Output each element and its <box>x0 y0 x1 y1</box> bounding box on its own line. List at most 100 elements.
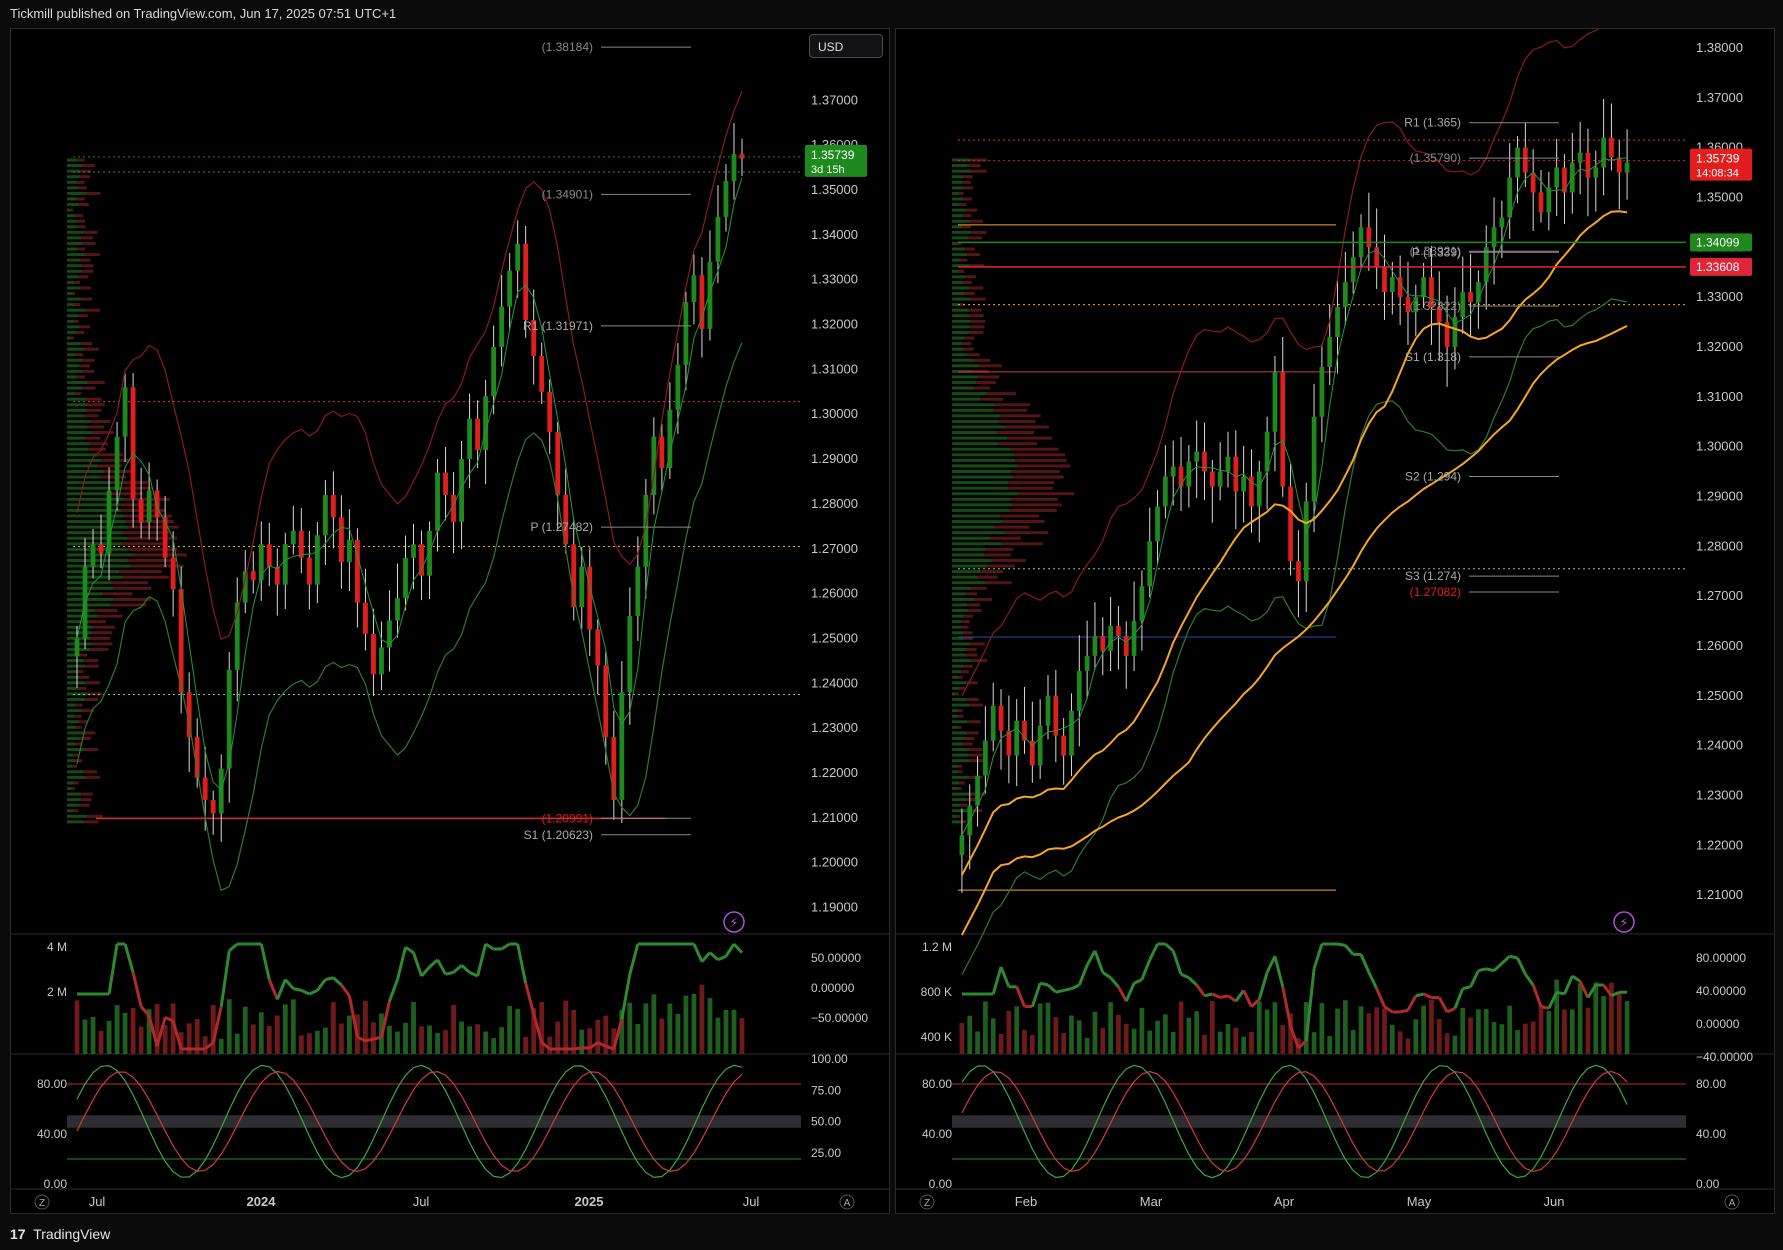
volume-profile-bar <box>967 720 981 724</box>
volume-profile-bar <box>980 570 1004 574</box>
momentum-line <box>516 943 528 984</box>
volume-bar <box>122 1012 128 1054</box>
momentum-line <box>1524 973 1535 986</box>
volume-profile-bar <box>113 597 151 601</box>
volume-profile-bar <box>67 180 77 184</box>
volume-profile-bar <box>952 592 966 596</box>
x-tick-label: 2024 <box>247 1194 277 1209</box>
y-tick-label: 1.28000 <box>811 496 858 511</box>
chart-canvas-right[interactable]: 1.380001.370001.360001.350001.340001.330… <box>896 19 1774 1213</box>
volume-profile-bar <box>67 186 78 190</box>
volume-profile-bar <box>76 158 85 162</box>
volume-profile-bar <box>67 770 84 774</box>
volume-profile-bar <box>94 609 118 613</box>
chart-panel-left[interactable]: 1.37000 1.36000 1.35000 1.34000 1.33000 1.320… <box>10 28 890 1214</box>
volume-bar <box>1452 1035 1458 1054</box>
chart-panel-right[interactable]: 1.380001.370001.360001.350001.340001.330… <box>895 19 1775 1214</box>
volume-profile-bar <box>80 736 91 740</box>
pivot-label: (1.38184) <box>542 40 593 54</box>
candle-body <box>1092 635 1098 656</box>
volume-profile-bar <box>67 419 91 423</box>
volume-profile-bar <box>997 431 1035 435</box>
volume-bar <box>1593 982 1599 1054</box>
volume-bar <box>1178 1001 1184 1054</box>
axis-z-label: Z <box>924 1198 930 1209</box>
volume-bar <box>130 1007 136 1054</box>
volume-profile-bar <box>81 236 93 240</box>
volume-profile-bar <box>967 603 980 607</box>
volume-profile-bar <box>966 731 979 735</box>
volume-profile-bar <box>67 464 98 468</box>
volume-profile-bar <box>85 681 100 685</box>
volume-profile-bar <box>67 403 88 407</box>
candle-body <box>1272 371 1278 432</box>
momentum-line <box>1265 955 1277 974</box>
volume-bar <box>651 994 657 1054</box>
volume-profile-bar <box>67 297 81 301</box>
momentum-line <box>524 982 536 1015</box>
pivot-label: P (1.27482) <box>531 520 594 534</box>
volume-profile-bar <box>85 775 101 779</box>
candle-body <box>983 740 988 776</box>
y-tick-label: 1.35000 <box>811 182 858 197</box>
volume-profile-bar <box>952 620 962 624</box>
volume-profile-bar <box>952 375 979 379</box>
bollinger-upper-band <box>961 19 1628 697</box>
currency-selector[interactable]: USD <box>809 34 883 58</box>
momentum-line <box>1281 986 1293 1027</box>
volume-bar <box>1272 1002 1278 1054</box>
volume-profile-bar <box>76 219 86 223</box>
volume-profile-bar <box>965 653 978 657</box>
volume-profile-bar <box>67 642 92 646</box>
momentum-line <box>1148 943 1159 961</box>
candle-body <box>1468 292 1473 303</box>
volume-profile-bar <box>67 809 73 813</box>
volume-bar <box>723 1009 729 1054</box>
candle-body <box>587 566 593 630</box>
momentum-line <box>1070 983 1080 990</box>
volume-profile-bar <box>964 736 975 740</box>
volume-profile-bar <box>960 258 968 262</box>
volume-bar <box>1546 1010 1552 1054</box>
volume-profile-bar <box>79 364 90 368</box>
candle-body <box>579 566 585 608</box>
momentum-line <box>1446 1007 1456 1014</box>
volume-profile-bar <box>1001 542 1043 546</box>
volume-bar <box>739 1018 745 1054</box>
candle-body <box>90 544 96 567</box>
published-header: Tickmill published on TradingView.com, J… <box>10 6 397 21</box>
volume-bar <box>483 1031 489 1054</box>
volume-bar <box>387 1025 392 1054</box>
footer-brand[interactable]: TradingView <box>33 1226 110 1242</box>
pivot-label: S3 (1.274) <box>1405 569 1461 583</box>
volume-profile-bar <box>952 392 988 396</box>
volume-profile-bar <box>952 792 971 796</box>
volume-profile-bar <box>67 364 80 368</box>
volume-profile-bar <box>76 375 85 379</box>
volume-bar <box>1554 979 1560 1054</box>
candle-body <box>1554 167 1560 188</box>
volume-profile-bar <box>952 748 969 752</box>
volume-profile-bar <box>952 314 970 318</box>
volume-profile-bar <box>111 581 149 585</box>
candle-body <box>1069 710 1074 756</box>
momentum-line <box>628 943 640 975</box>
volume-bar <box>1155 1020 1160 1054</box>
volume-profile-bar <box>965 647 977 651</box>
candle-body <box>1562 167 1567 193</box>
y-tick-label: 1.19000 <box>811 900 858 915</box>
volume-bar <box>1538 1004 1544 1054</box>
momentum-line <box>316 978 327 992</box>
y-tick-label: 1.21000 <box>1696 887 1743 902</box>
candle-body <box>106 490 112 554</box>
volume-profile-bar <box>67 475 100 479</box>
volume-profile-bar <box>76 214 84 218</box>
volume-profile-bar <box>952 386 973 390</box>
y-tick-label: 1.22000 <box>1696 837 1743 852</box>
volume-profile-bar <box>952 358 974 362</box>
volume-bar <box>683 995 689 1054</box>
volume-profile-bar <box>90 419 111 423</box>
volume-profile-bar <box>67 397 86 401</box>
chart-canvas-left[interactable]: 1.370001.360001.350001.340001.330001.320… <box>11 29 889 1213</box>
volume-profile-bar <box>79 675 90 679</box>
